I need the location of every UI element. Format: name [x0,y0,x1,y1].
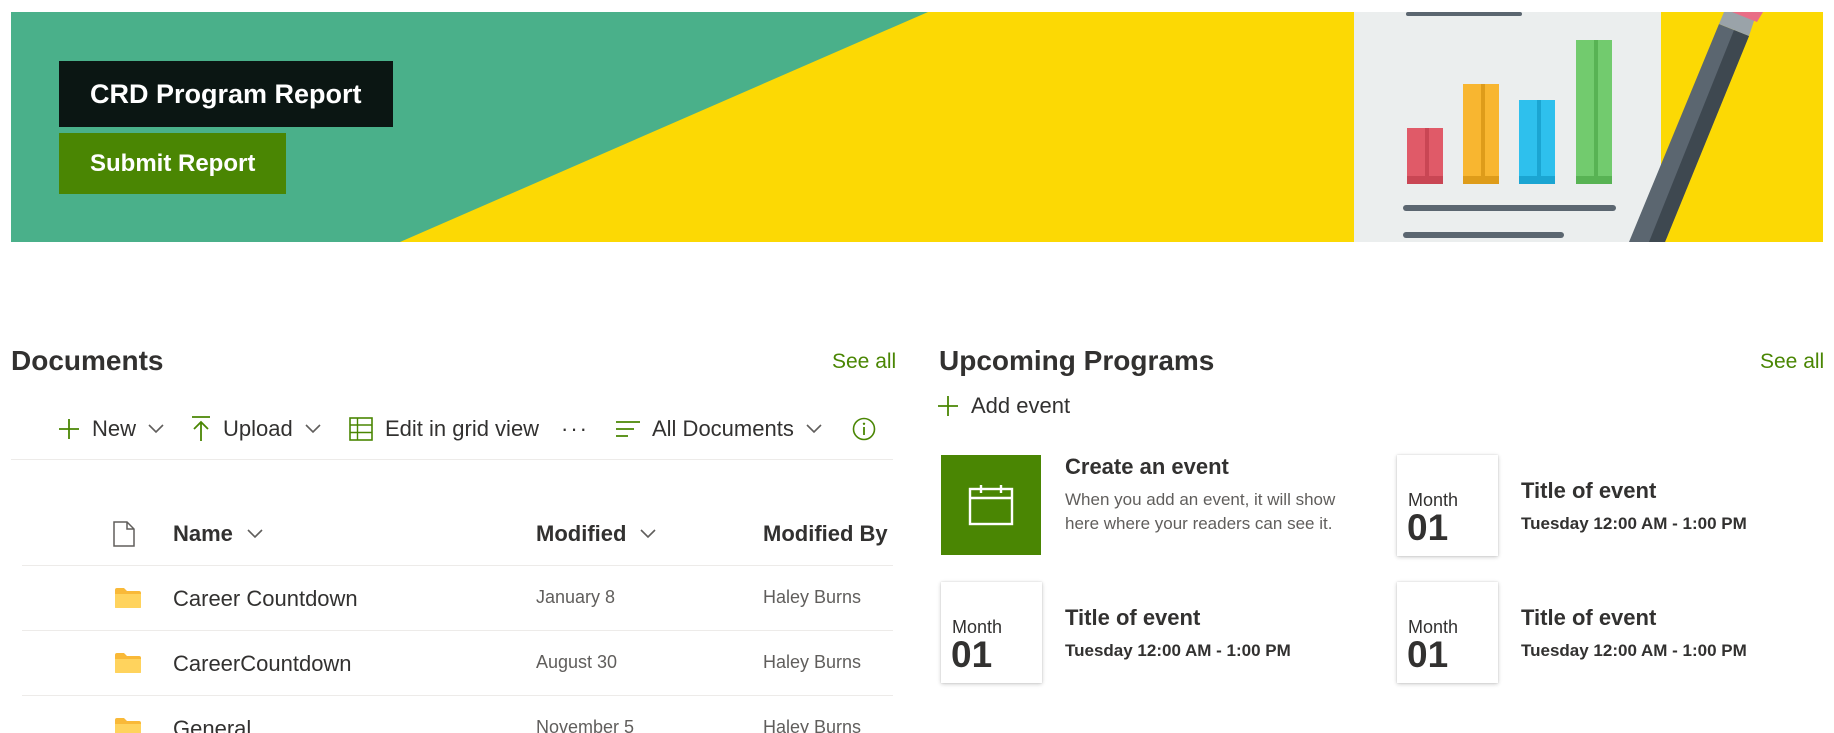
event-time: Tuesday 12:00 AM - 1:00 PM [1521,514,1747,533]
row-modified-by: Haley Burns [763,652,862,672]
event-title[interactable]: Title of event [1521,605,1656,631]
info-button[interactable] [852,404,876,454]
event-date-card[interactable]: Month 01 [1397,582,1498,683]
folder-icon [115,588,141,608]
chevron-down-icon [247,529,263,539]
documents-see-all-link[interactable]: See all [832,350,896,374]
more-options-button[interactable]: ··· [561,404,589,454]
row-modified-by: Haley Burns [763,587,862,607]
submit-report-button[interactable]: Submit Report [59,133,287,194]
table-row[interactable]: Career Countdown January 8 Haley Burns [22,566,893,631]
add-event-label: Add event [971,393,1071,418]
event-title[interactable]: Title of event [1065,605,1200,631]
row-modified: November 5 [536,717,635,733]
view-switcher[interactable]: All Documents [616,404,822,454]
column-name-label: Name [173,521,233,546]
calendar-icon [968,485,1014,526]
event-day: 01 [1407,634,1449,675]
row-name[interactable]: Career Countdown [173,586,358,612]
documents-command-bar: New Upload Edit in grid view ··· All Doc… [11,404,893,460]
upload-label: Upload [223,416,293,441]
row-name[interactable]: General [173,716,251,733]
event-date-card[interactable]: Month 01 [1397,455,1498,556]
chevron-down-icon [806,424,822,434]
file-type-icon [113,521,135,547]
row-modified: January 8 [536,587,616,607]
column-header-name[interactable]: Name [173,521,263,547]
event-date-card[interactable]: Month 01 [941,582,1042,683]
chevron-down-icon [305,424,321,434]
plus-icon [938,396,958,416]
column-modified-by-label: Modified By [763,521,888,546]
info-icon [852,417,876,441]
column-modified-label: Modified [536,521,627,546]
table-row[interactable]: General November 5 Haley Burns [22,696,893,733]
folder-icon [115,718,141,733]
chevron-down-icon [148,424,164,434]
new-button[interactable]: New [58,404,164,454]
folder-icon [115,653,141,673]
create-event-tile[interactable] [941,455,1041,555]
hero-background [11,12,1823,242]
edit-grid-view-label: Edit in grid view [385,416,540,441]
view-label: All Documents [652,416,794,441]
event-day: 01 [951,634,993,675]
view-list-icon [616,421,640,437]
upload-icon [192,416,210,441]
event-time: Tuesday 12:00 AM - 1:00 PM [1521,641,1747,660]
more-icon: ··· [561,416,589,441]
chevron-down-icon [640,529,657,539]
events-title: Upcoming Programs [939,345,1215,376]
table-row[interactable]: CareerCountdown August 30 Haley Burns [22,631,893,696]
documents-title: Documents [11,345,164,376]
events-see-all-link[interactable]: See all [1760,350,1824,374]
documents-table: Name Modified Modified By Career Countdo… [22,505,893,733]
create-event-description: When you add an event, it will show here… [1065,490,1336,533]
plus-icon [59,419,79,439]
event-day: 01 [1407,507,1449,548]
new-label: New [92,416,137,441]
add-event-button[interactable]: Add event [937,393,1070,419]
column-header-modified[interactable]: Modified [536,521,657,547]
hero-banner: CRD Program Report Submit Report [11,12,1823,242]
event-title[interactable]: Title of event [1521,478,1656,504]
row-modified-by: Haley Burns [763,717,862,733]
upload-button[interactable]: Upload [191,404,321,454]
page-title: CRD Program Report [59,61,393,127]
event-time: Tuesday 12:00 AM - 1:00 PM [1065,641,1291,660]
column-header-modified-by[interactable]: Modified By [763,521,888,547]
create-event-title[interactable]: Create an event [1065,454,1229,480]
grid-icon [349,417,373,441]
edit-grid-view-button[interactable]: Edit in grid view [349,404,539,454]
row-name[interactable]: CareerCountdown [173,651,352,677]
row-modified: August 30 [536,652,618,672]
table-header: Name Modified Modified By [22,505,893,566]
